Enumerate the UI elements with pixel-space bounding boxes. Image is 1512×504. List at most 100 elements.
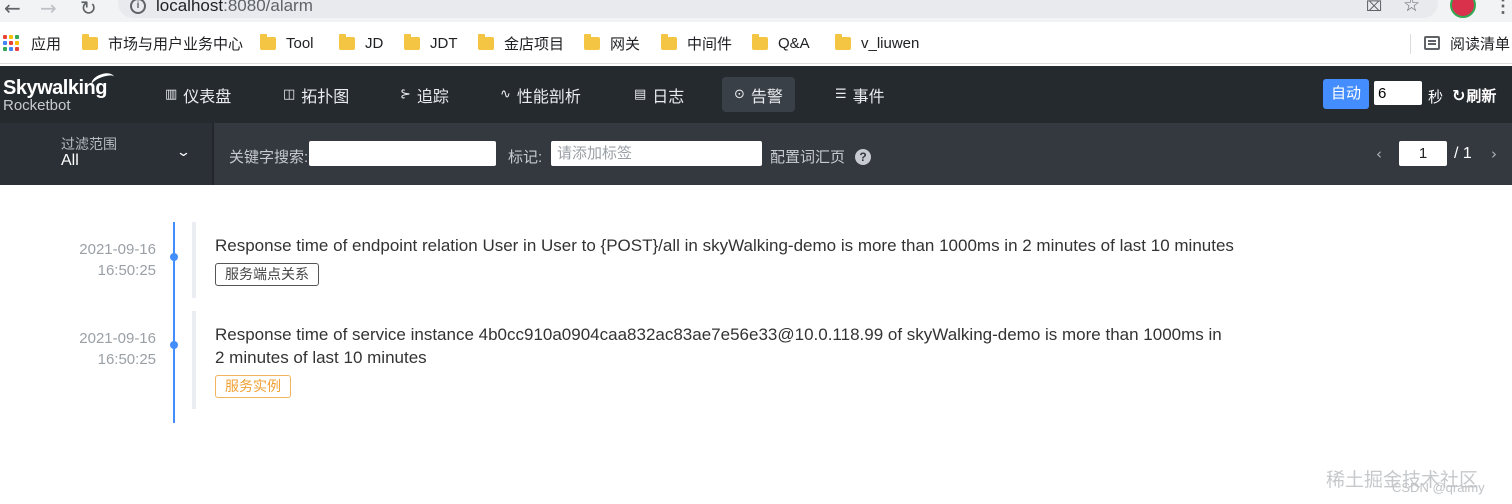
folder-icon [404, 33, 420, 50]
next-page-icon[interactable]: › [1491, 145, 1497, 163]
translate-icon[interactable]: ⌧ [1366, 0, 1382, 15]
site-info-icon[interactable]: i [130, 0, 146, 14]
reading-list-label: 阅读清单 [1450, 35, 1511, 53]
bookmark-label: Tool [286, 34, 314, 52]
refresh-interval-input[interactable] [1374, 81, 1422, 105]
bookmark-label: JD [365, 34, 384, 52]
refresh-button[interactable]: ↻ 刷新 [1452, 85, 1496, 106]
nav-topology[interactable]: ◫ 拓扑图 [271, 77, 361, 112]
bookmark-label: 应用 [31, 35, 62, 53]
bookmark-label: 中间件 [687, 35, 733, 53]
back-button[interactable]: ← [4, 0, 21, 20]
bookmark-folder[interactable]: 金店项目 [478, 33, 564, 53]
alarm-message: Response time of endpoint relation User … [215, 236, 1234, 255]
nav-trace[interactable]: ⊱ 追踪 [388, 77, 461, 112]
folder-icon [478, 33, 494, 50]
folder-icon [835, 33, 851, 50]
reading-list[interactable]: 阅读清单 [1424, 33, 1510, 53]
nav-label: 告警 [750, 88, 783, 106]
alarm-icon: ⊙ [734, 87, 745, 102]
page-number-input[interactable] [1399, 141, 1447, 166]
reload-button[interactable]: ↻ [80, 0, 97, 20]
folder-icon [339, 33, 355, 50]
alarm-time: 16:50:25 [97, 262, 156, 279]
prev-page-icon[interactable]: ‹ [1376, 145, 1382, 163]
config-vocabulary-link[interactable]: 配置词汇页 [770, 146, 845, 167]
bookmark-label: v_liuwen [861, 34, 920, 52]
profile-avatar[interactable] [1450, 0, 1476, 18]
folder-icon [752, 33, 768, 50]
app-header: Skywalking Rocketbot ▥ 仪表盘 ◫ 拓扑图 ⊱ 追踪 ∿ 性能剖析… [0, 66, 1512, 123]
event-icon: ☰ [835, 87, 847, 102]
alarm-item-border [192, 311, 196, 409]
bookmark-label: JDT [430, 34, 458, 52]
bookmark-folder[interactable]: Tool [260, 33, 314, 53]
bookmark-folder[interactable]: 市场与用户业务中心 [82, 33, 243, 53]
nav-alarm[interactable]: ⊙ 告警 [722, 77, 795, 112]
profile-icon: ∿ [500, 87, 511, 102]
chevron-down-icon: ⌄ [175, 145, 192, 160]
alarm-scope-tag: 服务实例 [215, 375, 291, 398]
log-icon: ▤ [634, 87, 647, 102]
alarm-date: 2021-09-16 [79, 330, 156, 347]
help-icon[interactable]: ? [855, 149, 871, 165]
nav-dashboard[interactable]: ▥ 仪表盘 [153, 77, 243, 112]
folder-icon [82, 33, 98, 50]
alarm-message: Response time of service instance 4b0cc9… [215, 325, 1222, 367]
nav-label: 追踪 [416, 88, 449, 106]
url-text[interactable]: localhost:8080/alarm [156, 0, 313, 16]
alarm-scope-tag: 服务端点关系 [215, 263, 319, 286]
browser-menu-icon[interactable]: ⋮ [1494, 0, 1512, 17]
refresh-label: 刷新 [1466, 88, 1497, 105]
bookmark-folder[interactable]: JD [339, 33, 383, 53]
topology-icon: ◫ [283, 87, 296, 102]
skywalking-logo[interactable]: Skywalking Rocketbot [3, 70, 117, 114]
alarm-timestamp: 2021-09-16 16:50:25 [52, 239, 156, 281]
bookmark-label: 金店项目 [504, 35, 565, 53]
watermark-secondary: CSDN @qraimy [1392, 480, 1485, 495]
trace-icon: ⊱ [400, 87, 411, 102]
timeline-dot [170, 341, 178, 349]
filter-bar: 过滤范围 All ⌄ 关键字搜索: 标记: 配置词汇页 ? ‹ / 1 › [0, 123, 1512, 185]
bookmark-label: Q&A [778, 34, 810, 52]
bookmarks-bar: 应用 市场与用户业务中心 Tool JD JDT 金店项目 网关 中间件 Q&A… [0, 22, 1512, 64]
nav-label: 仪表盘 [183, 88, 232, 106]
alarm-timestamp: 2021-09-16 16:50:25 [52, 328, 156, 370]
folder-icon [584, 33, 600, 50]
apps-grid-icon [3, 35, 19, 51]
nav-label: 拓扑图 [301, 88, 350, 106]
scope-label: 过滤范围 [61, 136, 117, 152]
nav-label: 性能剖析 [516, 88, 581, 106]
address-bar[interactable]: i localhost:8080/alarm ⌧ ☆ [118, 0, 1438, 18]
nav-label: 日志 [652, 88, 685, 106]
nav-event[interactable]: ☰ 事件 [823, 77, 897, 112]
bookmarks-divider [1410, 34, 1411, 54]
alarm-item-border [192, 222, 196, 298]
logo-subtitle: Rocketbot [3, 97, 71, 114]
scope-selector[interactable]: 过滤范围 All ⌄ [0, 123, 214, 185]
bookmark-folder[interactable]: 网关 [584, 33, 640, 53]
nav-profile[interactable]: ∿ 性能剖析 [488, 77, 593, 112]
keyword-search-input[interactable] [309, 141, 496, 166]
reading-list-icon [1424, 36, 1440, 50]
dashboard-icon: ▥ [165, 87, 178, 102]
bookmark-folder[interactable]: 中间件 [661, 33, 732, 53]
nav-log[interactable]: ▤ 日志 [622, 77, 696, 112]
forward-button[interactable]: → [40, 0, 57, 20]
url-path: :8080/alarm [223, 0, 313, 15]
bookmark-apps[interactable]: 应用 [3, 33, 61, 53]
nav-label: 事件 [852, 88, 885, 106]
bookmark-folder[interactable]: JDT [404, 33, 458, 53]
folder-icon [260, 33, 276, 50]
tag-label: 标记: [508, 149, 543, 166]
bookmark-folder[interactable]: Q&A [752, 33, 810, 53]
browser-toolbar: ← → ↻ i localhost:8080/alarm ⌧ ☆ ⋮ [0, 0, 1512, 22]
alarm-time: 16:50:25 [97, 351, 156, 368]
bookmark-star-icon[interactable]: ☆ [1403, 0, 1420, 16]
seconds-label: 秒 [1428, 89, 1444, 106]
bookmark-label: 网关 [610, 35, 641, 53]
refresh-icon: ↻ [1452, 86, 1466, 105]
bookmark-folder[interactable]: v_liuwen [835, 33, 919, 53]
tag-input[interactable] [551, 141, 762, 166]
auto-refresh-button[interactable]: 自动 [1323, 79, 1369, 109]
